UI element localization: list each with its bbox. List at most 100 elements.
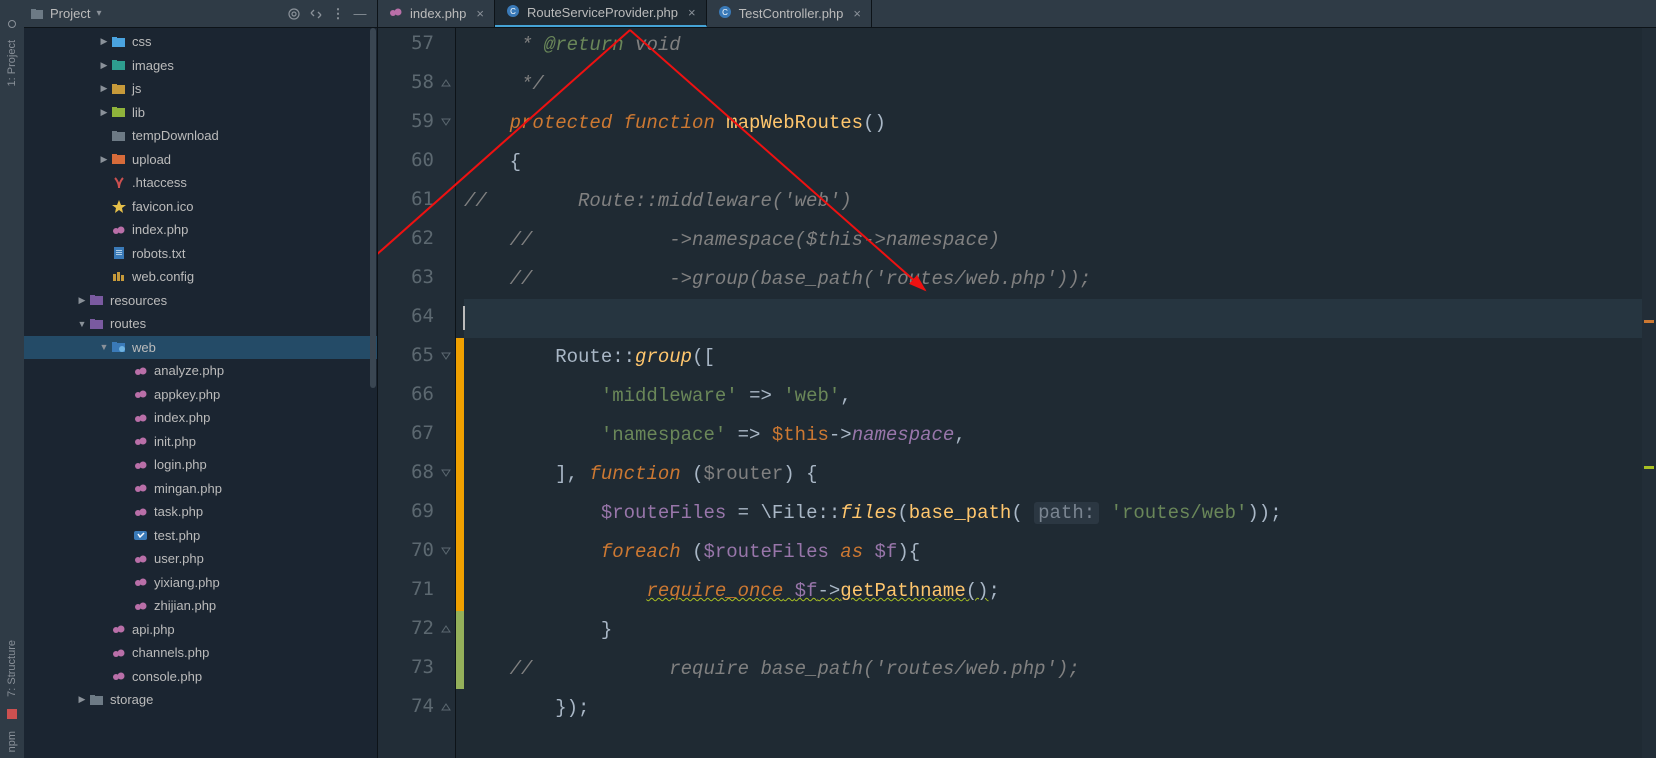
code-line[interactable]: // require base_path('routes/web.php');	[464, 650, 1642, 689]
tool-tab-project[interactable]: 1: Project	[6, 34, 18, 92]
line-number[interactable]: 58	[378, 71, 434, 93]
project-title[interactable]: Project ▾	[30, 6, 102, 21]
expand-arrow-icon[interactable]: ▼	[98, 342, 110, 352]
tree-node[interactable]: tempDownload	[24, 124, 377, 148]
tool-tab-npm[interactable]: npm	[6, 725, 18, 758]
expand-arrow-icon[interactable]: ▶	[98, 107, 110, 118]
line-number[interactable]: 59	[378, 110, 434, 132]
tree-node[interactable]: index.php	[24, 406, 377, 430]
line-number[interactable]: 72	[378, 617, 434, 639]
tree-node[interactable]: ▶js	[24, 77, 377, 101]
error-mark[interactable]	[1644, 320, 1654, 323]
line-number[interactable]: 73	[378, 656, 434, 678]
fold-icon[interactable]	[440, 350, 454, 364]
tree-node[interactable]: index.php	[24, 218, 377, 242]
code-line[interactable]: {	[464, 143, 1642, 182]
code-line[interactable]: 'middleware' => 'web',	[464, 377, 1642, 416]
tree-node[interactable]: ▶images	[24, 54, 377, 78]
code-line[interactable]: ], function ($router) {	[464, 455, 1642, 494]
line-number[interactable]: 60	[378, 149, 434, 171]
editor-scrollbar[interactable]	[1642, 28, 1656, 758]
code-line[interactable]: protected function mapWebRoutes()	[464, 104, 1642, 143]
line-number[interactable]: 66	[378, 383, 434, 405]
tree-node[interactable]: test.php	[24, 524, 377, 548]
tool-tab-structure[interactable]: 7: Structure	[6, 634, 18, 703]
tree-node[interactable]: appkey.php	[24, 383, 377, 407]
expand-arrow-icon[interactable]: ▶	[98, 83, 110, 94]
tree-node[interactable]: login.php	[24, 453, 377, 477]
tree-node[interactable]: ▶css	[24, 30, 377, 54]
line-number[interactable]: 63	[378, 266, 434, 288]
tree-node[interactable]: favicon.ico	[24, 195, 377, 219]
editor-tab[interactable]: CRouteServiceProvider.php×	[495, 0, 707, 27]
close-icon[interactable]: ×	[472, 6, 484, 21]
code-line[interactable]: // ->group(base_path('routes/web.php'));	[464, 260, 1642, 299]
tree-node[interactable]: ▶upload	[24, 148, 377, 172]
tree-scrollbar[interactable]	[369, 28, 377, 758]
close-icon[interactable]: ×	[684, 5, 696, 20]
line-number[interactable]: 62	[378, 227, 434, 249]
code-line[interactable]: // ->namespace($this->namespace)	[464, 221, 1642, 260]
tree-node[interactable]: mingan.php	[24, 477, 377, 501]
code-line[interactable]: foreach ($routeFiles as $f){	[464, 533, 1642, 572]
fold-icon[interactable]	[440, 701, 454, 715]
line-number[interactable]: 71	[378, 578, 434, 600]
expand-arrow-icon[interactable]: ▶	[76, 295, 88, 306]
tree-node[interactable]: ▶lib	[24, 101, 377, 125]
code-line[interactable]: // Route::middleware('web')	[464, 182, 1642, 221]
tree-node[interactable]: analyze.php	[24, 359, 377, 383]
scroll-thumb[interactable]	[370, 28, 376, 388]
line-number[interactable]: 61	[378, 188, 434, 210]
code-area[interactable]: 575859606162636465666768697071727374 * @…	[378, 28, 1656, 758]
tree-node[interactable]: init.php	[24, 430, 377, 454]
tree-node[interactable]: ▶resources	[24, 289, 377, 313]
code-line[interactable]	[464, 299, 1642, 338]
tree-node[interactable]: robots.txt	[24, 242, 377, 266]
tree-node[interactable]: ▼web	[24, 336, 377, 360]
fold-icon[interactable]	[440, 116, 454, 130]
fold-icon[interactable]	[440, 623, 454, 637]
project-tree[interactable]: ▶css▶images▶js▶libtempDownload▶upload.ht…	[24, 28, 377, 758]
expand-arrow-icon[interactable]: ▼	[76, 319, 88, 329]
code-line[interactable]: require_once $f->getPathname();	[464, 572, 1642, 611]
code-line[interactable]: Route::group([	[464, 338, 1642, 377]
line-number[interactable]: 68	[378, 461, 434, 483]
tree-node[interactable]: ▼routes	[24, 312, 377, 336]
expand-arrow-icon[interactable]: ▶	[98, 36, 110, 47]
expand-arrow-icon[interactable]: ▶	[98, 154, 110, 165]
warning-mark[interactable]	[1644, 466, 1654, 469]
line-number[interactable]: 69	[378, 500, 434, 522]
tree-node[interactable]: api.php	[24, 618, 377, 642]
target-icon[interactable]	[283, 3, 305, 25]
editor-tab[interactable]: index.php×	[378, 0, 495, 27]
fold-icon[interactable]	[440, 545, 454, 559]
expand-arrow-icon[interactable]: ▶	[76, 694, 88, 705]
line-number[interactable]: 67	[378, 422, 434, 444]
minimize-icon[interactable]: —	[349, 3, 371, 25]
fold-icon[interactable]	[440, 467, 454, 481]
line-number[interactable]: 65	[378, 344, 434, 366]
code-content[interactable]: * @return void */ protected function map…	[464, 28, 1642, 758]
editor-tab[interactable]: CTestController.php×	[707, 0, 872, 27]
tree-node[interactable]: yixiang.php	[24, 571, 377, 595]
code-line[interactable]: */	[464, 65, 1642, 104]
line-number[interactable]: 64	[378, 305, 434, 327]
fold-icon[interactable]	[440, 77, 454, 91]
tree-node[interactable]: task.php	[24, 500, 377, 524]
line-number[interactable]: 74	[378, 695, 434, 717]
code-line[interactable]: * @return void	[464, 28, 1642, 65]
gutter[interactable]: 575859606162636465666768697071727374	[378, 28, 456, 758]
line-number[interactable]: 57	[378, 32, 434, 54]
code-line[interactable]: });	[464, 689, 1642, 728]
collapse-icon[interactable]	[305, 3, 327, 25]
code-line[interactable]: $routeFiles = \File::files(base_path( pa…	[464, 494, 1642, 533]
more-icon[interactable]: ⋮	[327, 3, 349, 25]
tree-node[interactable]: console.php	[24, 665, 377, 689]
code-line[interactable]: 'namespace' => $this->namespace,	[464, 416, 1642, 455]
code-line[interactable]: }	[464, 611, 1642, 650]
tree-node[interactable]: zhijian.php	[24, 594, 377, 618]
tree-node[interactable]: ▶storage	[24, 688, 377, 712]
expand-arrow-icon[interactable]: ▶	[98, 60, 110, 71]
tree-node[interactable]: channels.php	[24, 641, 377, 665]
tree-node[interactable]: .htaccess	[24, 171, 377, 195]
